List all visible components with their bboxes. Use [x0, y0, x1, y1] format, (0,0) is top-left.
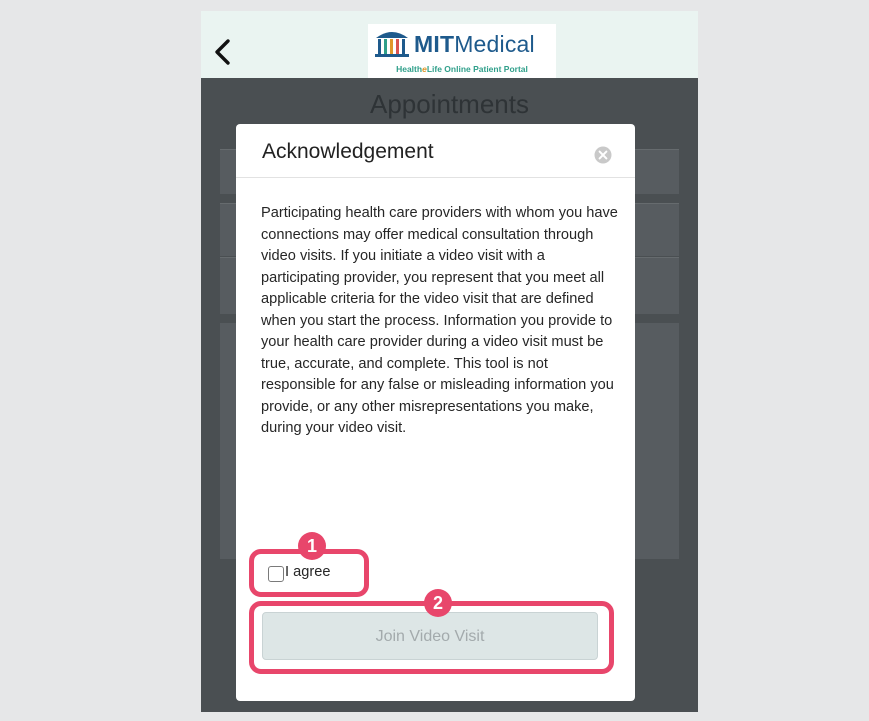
logo-subtitle: HealtheLife Online Patient Portal: [396, 64, 528, 74]
modal-header: Acknowledgement: [236, 124, 635, 178]
building-columns-icon: [375, 32, 409, 57]
app-header: MITMedical HealtheLife Online Patient Po…: [201, 11, 698, 78]
close-icon[interactable]: [594, 146, 612, 164]
logo-wordmark: MITMedical: [414, 31, 535, 57]
annotation-badge-1: 1: [298, 532, 326, 560]
acknowledgement-text: Participating health care providers with…: [261, 205, 618, 436]
mit-medical-logo: MITMedical HealtheLife Online Patient Po…: [368, 24, 556, 78]
chevron-left-icon[interactable]: [211, 37, 233, 67]
annotation-badge-2: 2: [424, 589, 452, 617]
page-title: Appointments: [370, 89, 529, 119]
modal-title: Acknowledgement: [262, 140, 434, 163]
